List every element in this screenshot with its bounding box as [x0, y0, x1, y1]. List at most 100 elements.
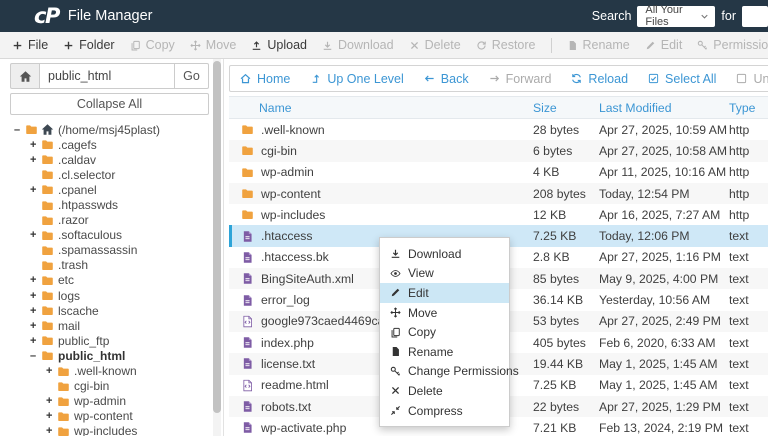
tree-item-cpanel[interactable]: + .cpanel [10, 182, 209, 197]
tree-expander[interactable]: + [46, 365, 57, 377]
tree-item-htpasswds[interactable]: .htpasswds [10, 197, 209, 212]
table-row-well-known[interactable]: .well-known 28 bytes Apr 27, 2025, 10:59 A… [229, 119, 768, 140]
toolbar-file-button[interactable]: File [12, 38, 48, 52]
file-manager-app: cP File Manager Search All Your Files fo… [0, 0, 768, 436]
context-menu-download[interactable]: Download [380, 244, 509, 264]
nav-forward-button[interactable]: Forward [489, 71, 552, 86]
toolbar-edit-button[interactable]: Edit [645, 38, 682, 52]
column-header-name[interactable]: Name [241, 101, 533, 115]
tree-item-cagefs[interactable]: + .cagefs [10, 137, 209, 152]
tree-expander[interactable]: – [14, 124, 25, 136]
toolbar-upload-button[interactable]: Upload [251, 38, 307, 52]
tree-item-trash[interactable]: .trash [10, 258, 209, 273]
nav-home-button[interactable]: Home [240, 72, 290, 86]
column-header-type[interactable]: Type [729, 101, 768, 115]
context-menu-edit[interactable]: Edit [380, 283, 509, 303]
tree-expander[interactable]: + [30, 305, 41, 317]
file-type: text [729, 271, 749, 286]
path-input[interactable] [39, 63, 175, 89]
table-row-cgi-bin[interactable]: cgi-bin 6 bytes Apr 27, 2025, 10:58 AM http [229, 140, 768, 162]
context-menu-rename[interactable]: Rename [380, 342, 509, 362]
tree-expander[interactable]: + [46, 410, 57, 422]
tree-expander[interactable]: + [30, 229, 41, 241]
tree-item-softaculous[interactable]: + .softaculous [10, 228, 209, 243]
tree-expander[interactable]: + [30, 184, 41, 196]
context-menu-compress[interactable]: Compress [380, 401, 509, 421]
column-header-size[interactable]: Size [533, 101, 599, 115]
context-menu-copy[interactable]: Copy [380, 322, 509, 342]
toolbar-folder-button[interactable]: Folder [63, 38, 115, 52]
toolbar-rename-button[interactable]: Rename [567, 38, 630, 52]
tree-item-public-ftp[interactable]: + public_ftp [10, 333, 209, 348]
tree-item-spamassassin[interactable]: .spamassassin [10, 243, 209, 258]
tree-item-wp-admin[interactable]: + wp-admin [10, 394, 209, 409]
table-row-wp-content[interactable]: wp-content 208 bytes Today, 12:54 PM http [229, 182, 768, 205]
tree-item-label: .htpasswds [58, 198, 119, 213]
tree-item-well-known[interactable]: + .well-known [10, 364, 209, 379]
nav-select-all-button[interactable]: Select All [648, 72, 716, 86]
file-size: 36.14 KB [533, 293, 584, 308]
context-menu-move[interactable]: Move [380, 303, 509, 323]
toolbar: File Folder Copy Move Upload Download Delete Re… [0, 32, 768, 59]
sidebar-scrollbar-thumb[interactable] [213, 61, 221, 413]
arrow-left-icon [424, 73, 435, 84]
home-directory-button[interactable] [10, 63, 39, 89]
tree-item-razor[interactable]: .razor [10, 213, 209, 228]
tree-item-label: .cagefs [58, 137, 97, 152]
table-row-wp-includes[interactable]: wp-includes 12 KB Apr 16, 2025, 7:27 AM htt… [229, 204, 768, 225]
tree-expander[interactable]: + [46, 425, 57, 436]
tree-item-label: wp-admin [74, 394, 127, 409]
tree-expander[interactable]: + [30, 320, 41, 332]
tree-expander[interactable]: – [30, 350, 41, 362]
toolbar-permissions-button[interactable]: Permissions [697, 38, 768, 52]
tree-item-logs[interactable]: + logs [10, 288, 209, 303]
nav-up-one-level-button[interactable]: Up One Level [310, 72, 404, 86]
file-type: text [729, 293, 749, 308]
nav-back-button[interactable]: Back [424, 72, 469, 86]
toolbar-move-button[interactable]: Move [190, 38, 236, 52]
tree-expander[interactable]: + [46, 395, 57, 407]
toolbar-download-label: Download [337, 38, 394, 52]
toolbar-delete-button[interactable]: Delete [409, 38, 461, 52]
tree-item-wp-includes[interactable]: + wp-includes [10, 424, 209, 436]
tree-item-cgi-bin[interactable]: cgi-bin [10, 379, 209, 394]
file-last-modified: Today, 12:06 PM [599, 229, 690, 244]
tree-item-wp-content[interactable]: + wp-content [10, 409, 209, 424]
file-name: readme.html [261, 378, 329, 393]
table-row-wp-admin[interactable]: wp-admin 4 KB Apr 11, 2025, 10:16 AM http [229, 162, 768, 183]
tree-item-caldav[interactable]: + .caldav [10, 152, 209, 167]
tree-item-cl-selector[interactable]: .cl.selector [10, 167, 209, 182]
tree-item-mail[interactable]: + mail [10, 318, 209, 333]
nav-forward-label: Forward [505, 71, 552, 86]
tree-expander[interactable]: + [30, 290, 41, 302]
file-type: text [729, 420, 749, 435]
tree-item-public-html[interactable]: – public_html [10, 348, 209, 363]
tree-expander[interactable]: + [30, 154, 41, 166]
move-icon [190, 40, 201, 51]
go-button[interactable]: Go [175, 63, 209, 89]
tree-item-etc[interactable]: + etc [10, 273, 209, 288]
file-size: 85 bytes [533, 271, 580, 286]
tree-expander[interactable]: + [30, 139, 41, 151]
eye-icon [390, 268, 401, 279]
file-size: 53 bytes [533, 314, 580, 329]
toolbar-copy-button[interactable]: Copy [130, 38, 175, 52]
context-menu-delete[interactable]: Delete [380, 381, 509, 401]
folder-icon [57, 410, 70, 423]
tree-expander[interactable]: + [30, 274, 41, 286]
toolbar-download-button[interactable]: Download [322, 38, 394, 52]
collapse-all-button[interactable]: Collapse All [10, 93, 209, 115]
tree-item-lscache[interactable]: + lscache [10, 303, 209, 318]
column-header-last-modified[interactable]: Last Modified [599, 101, 729, 115]
search-scope-select[interactable]: All Your Files [637, 4, 716, 28]
toolbar-restore-button[interactable]: Restore [476, 38, 536, 52]
nav-reload-button[interactable]: Reload [571, 72, 628, 86]
search-input[interactable] [742, 5, 768, 27]
file-name: .htaccess.bk [261, 250, 329, 265]
tree-expander[interactable]: + [30, 335, 41, 347]
nav-unselect-all-button[interactable]: Unselect All [736, 72, 768, 86]
context-menu-change-permissions[interactable]: Change Permissions [380, 362, 519, 382]
file-last-modified: Apr 27, 2025, 1:29 PM [599, 399, 721, 414]
tree-item-home-msj45plast[interactable]: – (/home/msj45plast) [10, 122, 209, 137]
context-menu-view[interactable]: View [380, 264, 509, 284]
